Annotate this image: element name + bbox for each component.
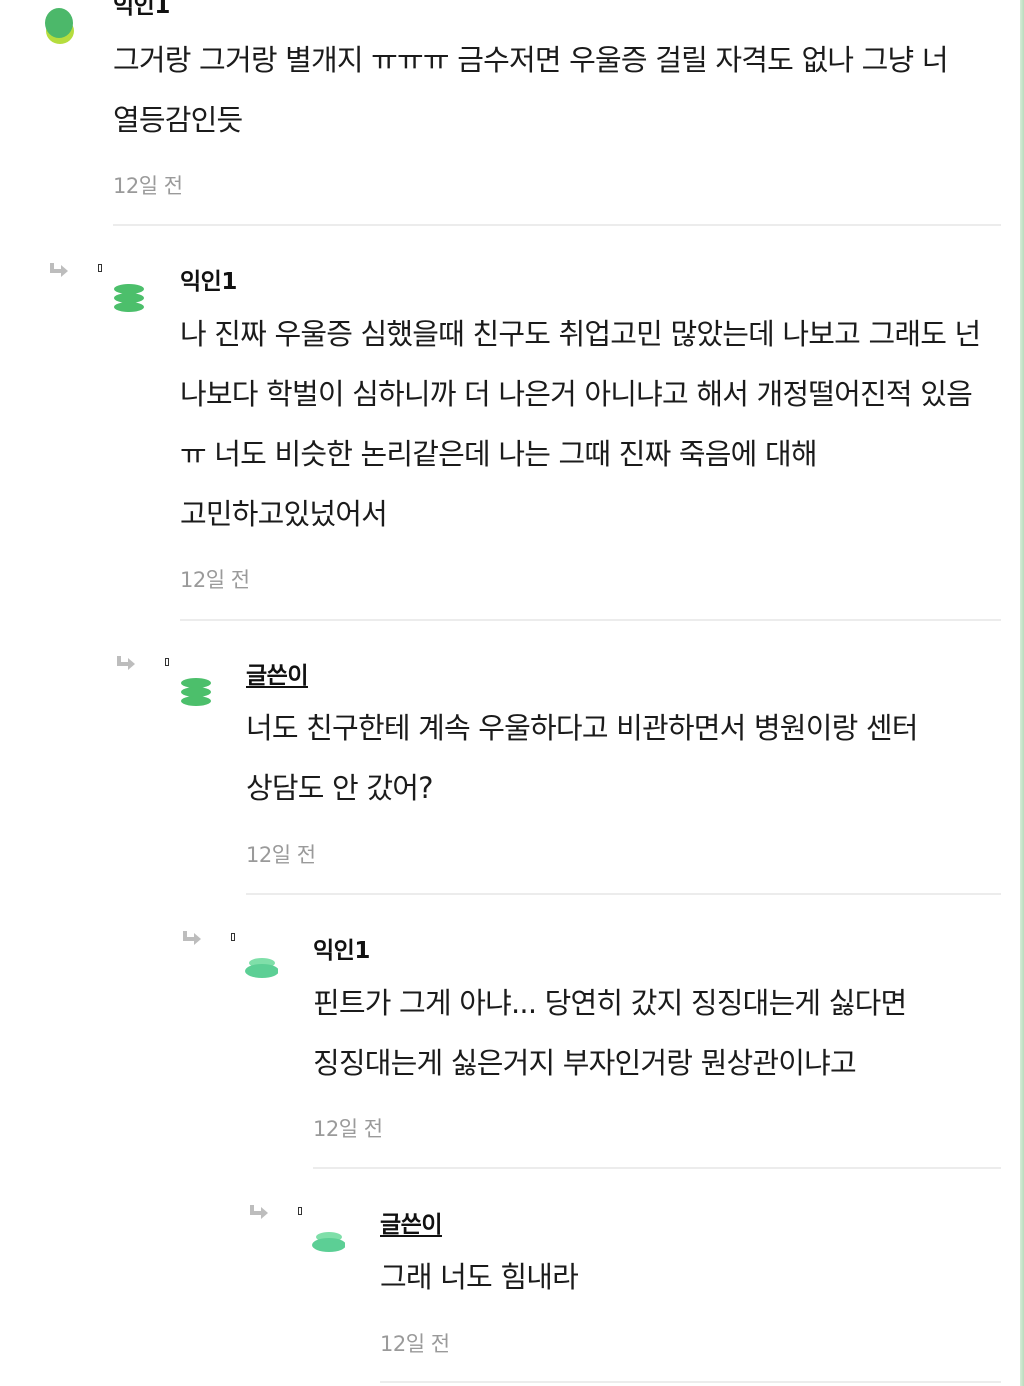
comment-text: 그래 너도 힘내라 — [380, 1260, 579, 1294]
comment-time: 12일 전 — [380, 1332, 450, 1356]
reply-arrow-icon — [250, 1205, 268, 1219]
comment-author[interactable]: 글쓴이 — [380, 1205, 442, 1239]
report-box-icon[interactable] — [298, 1207, 302, 1215]
comment-divider — [380, 1381, 1001, 1383]
comment-reply: 글쓴이 그래 너도 힘내라 12일 전 — [0, 0, 1024, 1386]
avatar-icon — [312, 1232, 345, 1252]
